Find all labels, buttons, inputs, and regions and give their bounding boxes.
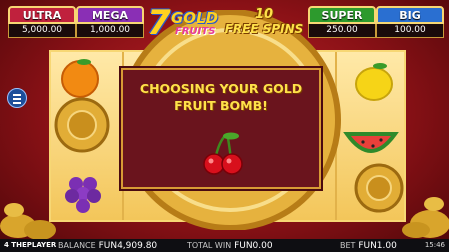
grapes-icon [65, 177, 101, 213]
logo-number: 7 [147, 3, 171, 43]
jackpot-label: BIG [376, 6, 444, 24]
jackpot-value: 5,000.00 [8, 24, 76, 38]
total-win-label: TOTAL WIN [187, 241, 232, 250]
menu-icon [13, 94, 21, 96]
jackpot-value: 100.00 [376, 24, 444, 38]
jackpot-mega: MEGA 1,000.00 [76, 6, 144, 40]
jackpot-value: 1,000.00 [76, 24, 144, 38]
orange-icon [61, 59, 99, 98]
watermelon-icon [343, 132, 399, 153]
jackpot-label: SUPER [308, 6, 376, 24]
coins-pile-left [0, 203, 56, 240]
menu-icon-line [13, 102, 21, 104]
bet-value: FUN1.00 [358, 241, 397, 251]
menu-button[interactable] [7, 88, 27, 108]
gold-vault-icon [354, 163, 404, 213]
game-scene: ULTRA 5,000.00 MEGA 1,000.00 SUPER 250.0… [0, 0, 449, 252]
clock: 15:46 [424, 241, 445, 249]
jackpot-ultra: ULTRA 5,000.00 [8, 6, 76, 40]
total-win-value: FUN0.00 [234, 241, 273, 251]
coins-pile-right [402, 197, 449, 238]
logo-line1: GOLD [171, 9, 219, 27]
total-win-display: TOTAL WIN FUN0.00 [187, 240, 273, 252]
free-spins-label: FREE SPINS [224, 22, 304, 36]
panel-title-line2: FRUIT BOMB! [174, 98, 268, 113]
brand-logo: 4 THEPLAYER [4, 241, 57, 249]
jackpot-big: BIG 100.00 [376, 6, 444, 40]
game-logo: 7 GOLD FRUITS [143, 4, 223, 44]
panel-title-line1: CHOOSING YOUR GOLD [139, 81, 303, 96]
lemon-icon [355, 63, 393, 101]
jackpot-value: 250.00 [308, 24, 376, 38]
free-spins-count: 10 [254, 7, 274, 22]
balance-label: BALANCE [58, 241, 96, 250]
menu-icon-line [13, 98, 21, 100]
panel-title: CHOOSING YOUR GOLD FRUIT BOMB! [123, 80, 319, 114]
bottom-status-bar: 4 THEPLAYER BALANCE FUN4,909.80 TOTAL WI… [0, 239, 449, 252]
cherry-icon [203, 132, 243, 175]
bet-display[interactable]: BET FUN1.00 [340, 240, 397, 252]
jackpot-super: SUPER 250.00 [308, 6, 376, 40]
choosing-bomb-panel: CHOOSING YOUR GOLD FRUIT BOMB! [121, 68, 321, 189]
jackpot-label: ULTRA [8, 6, 76, 24]
logo-line2: FRUITS [175, 26, 216, 37]
free-spins-counter: 10 FREE SPINS [222, 7, 306, 37]
balance-value: FUN4,909.80 [98, 241, 158, 251]
gold-vault-icon [54, 97, 110, 153]
balance-display: BALANCE FUN4,909.80 [58, 240, 157, 252]
bet-label: BET [340, 241, 356, 250]
jackpot-label: MEGA [76, 6, 144, 24]
